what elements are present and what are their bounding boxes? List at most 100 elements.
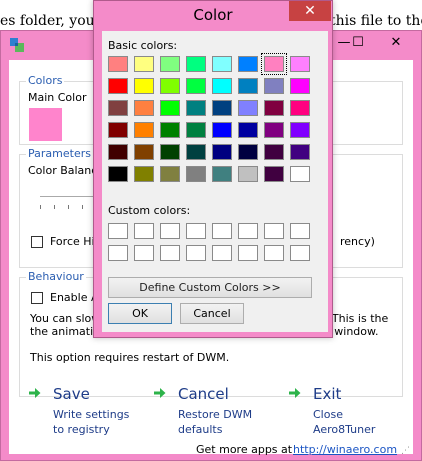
basic-color-swatch[interactable] <box>238 56 258 72</box>
main-color-label: Main Color <box>28 91 87 104</box>
basic-color-swatch[interactable] <box>134 56 154 72</box>
cancel-description: Restore DWM defaults <box>178 408 253 436</box>
basic-color-swatch[interactable] <box>238 144 258 160</box>
custom-color-swatch[interactable] <box>160 245 180 261</box>
basic-color-swatch[interactable] <box>108 144 128 160</box>
basic-color-swatch[interactable] <box>238 122 258 138</box>
basic-color-swatch[interactable] <box>108 100 128 116</box>
color-dialog-body: Basic colors: Custom colors: Define Cust… <box>102 31 328 332</box>
basic-color-swatch[interactable] <box>160 100 180 116</box>
slider-tick <box>68 205 69 209</box>
basic-color-swatch[interactable] <box>290 122 310 138</box>
basic-color-swatch[interactable] <box>261 53 287 75</box>
custom-color-swatch[interactable] <box>108 223 128 239</box>
basic-color-swatch[interactable] <box>290 56 310 72</box>
custom-color-swatch[interactable] <box>264 223 284 239</box>
custom-color-swatch[interactable] <box>160 223 180 239</box>
color-dialog-close-button[interactable]: ✕ <box>289 1 331 21</box>
custom-colors-label: Custom colors: <box>108 204 191 217</box>
basic-color-swatch[interactable] <box>160 166 180 182</box>
custom-color-swatch[interactable] <box>186 245 206 261</box>
basic-color-swatch[interactable] <box>186 122 206 138</box>
basic-color-swatch[interactable] <box>186 166 206 182</box>
slider-tick <box>40 205 41 209</box>
basic-color-swatch[interactable] <box>134 122 154 138</box>
custom-color-swatch[interactable] <box>134 245 154 261</box>
save-title: Save <box>53 385 90 403</box>
background-text-right: this file to the l <box>330 13 422 29</box>
basic-color-swatch[interactable] <box>290 144 310 160</box>
basic-color-swatch[interactable] <box>160 122 180 138</box>
basic-color-swatch[interactable] <box>108 78 128 94</box>
custom-color-swatch[interactable] <box>290 223 310 239</box>
close-button[interactable]: ✕ <box>383 35 409 51</box>
basic-color-swatch[interactable] <box>212 144 232 160</box>
basic-color-swatch[interactable] <box>160 144 180 160</box>
basic-color-swatch[interactable] <box>186 56 206 72</box>
basic-color-swatch[interactable] <box>186 78 206 94</box>
basic-color-swatch[interactable] <box>290 78 310 94</box>
footer-text: Get more apps at <box>196 443 293 456</box>
exit-description: Close Aero8Tuner <box>313 408 376 436</box>
basic-color-swatch[interactable] <box>134 166 154 182</box>
basic-color-swatch[interactable] <box>160 56 180 72</box>
color-balance-slider[interactable] <box>40 196 100 197</box>
basic-color-swatch[interactable] <box>238 166 258 182</box>
force-checkbox[interactable] <box>31 236 43 248</box>
custom-color-swatch[interactable] <box>238 245 258 261</box>
exit-action[interactable]: Exit Close Aero8Tuner <box>289 385 399 436</box>
enable-animation-checkbox[interactable] <box>31 292 43 304</box>
basic-color-swatch[interactable] <box>108 122 128 138</box>
cancel-action[interactable]: Cancel Restore DWM defaults <box>154 385 264 436</box>
basic-color-swatch[interactable] <box>264 122 284 138</box>
arrow-right-icon <box>289 388 301 398</box>
basic-color-swatch[interactable] <box>134 100 154 116</box>
custom-color-swatch[interactable] <box>212 245 232 261</box>
custom-color-swatch[interactable] <box>212 223 232 239</box>
dialog-cancel-button[interactable]: Cancel <box>180 303 244 324</box>
basic-color-swatch[interactable] <box>108 166 128 182</box>
basic-color-swatch[interactable] <box>186 144 206 160</box>
basic-color-swatch[interactable] <box>264 100 284 116</box>
colors-legend: Colors <box>26 74 65 87</box>
basic-color-swatch[interactable] <box>290 100 310 116</box>
slider-tick <box>54 205 55 209</box>
basic-color-swatch[interactable] <box>212 166 232 182</box>
ok-button[interactable]: OK <box>108 303 172 324</box>
save-action[interactable]: Save Write settings to registry <box>29 385 139 436</box>
custom-color-swatch[interactable] <box>186 223 206 239</box>
define-custom-colors-button[interactable]: Define Custom Colors >> <box>108 277 312 298</box>
basic-color-swatch[interactable] <box>212 122 232 138</box>
behaviour-legend: Behaviour <box>26 270 86 283</box>
basic-color-swatch[interactable] <box>238 78 258 94</box>
exit-title: Exit <box>313 385 342 403</box>
basic-color-swatch[interactable] <box>108 56 128 72</box>
basic-color-swatch[interactable] <box>212 56 232 72</box>
behaviour-text-line1-left: You can slow <box>30 312 101 325</box>
basic-color-swatch[interactable] <box>290 166 310 182</box>
winaero-link[interactable]: http://winaero.com <box>293 443 397 456</box>
basic-color-swatch[interactable] <box>238 100 258 116</box>
parameters-legend: Parameters <box>26 147 93 160</box>
arrow-right-icon <box>29 388 41 398</box>
custom-color-swatch[interactable] <box>238 223 258 239</box>
basic-color-swatch[interactable] <box>186 100 206 116</box>
resize-grip-icon[interactable]: ⋰ <box>401 446 410 456</box>
basic-colors-label: Basic colors: <box>108 39 178 52</box>
custom-color-swatch[interactable] <box>290 245 310 261</box>
basic-color-swatch[interactable] <box>134 78 154 94</box>
save-description: Write settings to registry <box>53 408 130 436</box>
custom-color-swatch[interactable] <box>264 245 284 261</box>
custom-color-swatch[interactable] <box>134 223 154 239</box>
basic-color-swatch[interactable] <box>264 144 284 160</box>
slider-tick <box>82 205 83 209</box>
maximize-button[interactable]: ☐ <box>345 35 371 51</box>
basic-color-swatch[interactable] <box>212 78 232 94</box>
basic-color-swatch[interactable] <box>264 78 284 94</box>
custom-color-swatch[interactable] <box>108 245 128 261</box>
basic-color-swatch[interactable] <box>160 78 180 94</box>
basic-color-swatch[interactable] <box>212 100 232 116</box>
main-color-swatch[interactable] <box>29 108 62 141</box>
basic-color-swatch[interactable] <box>134 144 154 160</box>
basic-color-swatch[interactable] <box>264 166 284 182</box>
